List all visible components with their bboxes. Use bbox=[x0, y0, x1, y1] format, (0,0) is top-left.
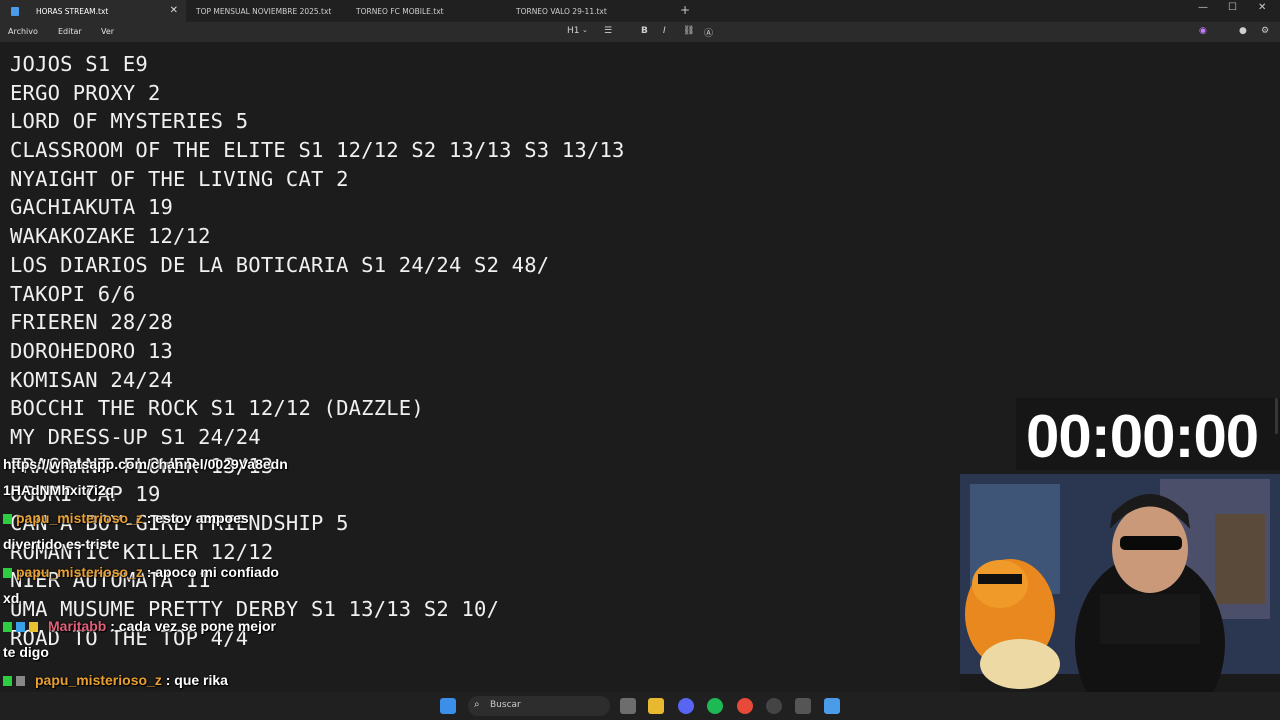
start-windows-icon[interactable] bbox=[440, 698, 456, 714]
text-line: BOCCHI THE ROCK S1 12/12 (DAZZLE) bbox=[10, 396, 424, 420]
copilot-icon[interactable]: ◉ bbox=[1199, 26, 1207, 36]
text-line: DOROHEDORO 13 bbox=[10, 339, 174, 363]
chat-message: papu_misterioso_z : estoy ampoes bbox=[3, 510, 249, 526]
close-icon[interactable]: ✕ bbox=[170, 5, 178, 16]
tab-horas-stream[interactable]: HORAS STREAM.txt ✕ bbox=[0, 0, 186, 22]
file-explorer-icon[interactable] bbox=[648, 698, 664, 714]
minimize-icon[interactable]: — bbox=[1198, 2, 1208, 13]
discord-icon[interactable] bbox=[678, 698, 694, 714]
webcam-image bbox=[960, 474, 1280, 720]
chat-line: te digo bbox=[3, 644, 49, 660]
text-line: TAKOPI 6/6 bbox=[10, 282, 136, 306]
tab-top-mensual[interactable]: TOP MENSUAL NOVIEMBRE 2025.txt bbox=[196, 0, 346, 22]
clear-format-icon[interactable]: Ⓐ bbox=[704, 26, 713, 39]
list-icon[interactable]: ☰ bbox=[604, 26, 612, 36]
chat-text: : cada vez se pone mejor bbox=[106, 618, 276, 634]
bold-button[interactable]: B bbox=[641, 26, 648, 36]
new-tab-icon[interactable]: + bbox=[680, 3, 690, 17]
notepad-taskbar-icon[interactable] bbox=[824, 698, 840, 714]
badge-icon bbox=[16, 622, 25, 633]
badge-icon bbox=[29, 622, 38, 633]
taskbar-search[interactable]: ⌕ Buscar bbox=[468, 696, 610, 716]
chat-line: divertido es triste bbox=[3, 536, 120, 552]
chat-username: Maritabb bbox=[48, 618, 107, 634]
text-line: FRIEREN 28/28 bbox=[10, 310, 174, 334]
text-line: JOJOS S1 E9 bbox=[10, 52, 148, 76]
badge-icon bbox=[3, 514, 12, 525]
search-placeholder: Buscar bbox=[490, 700, 521, 710]
chat-text: : apoco mi confiado bbox=[142, 564, 279, 580]
text-line: CLASSROOM OF THE ELITE S1 12/12 S2 13/13… bbox=[10, 138, 625, 162]
text-line: ERGO PROXY 2 bbox=[10, 81, 161, 105]
webcam-feed bbox=[960, 474, 1280, 720]
text-line: MY DRESS-UP S1 24/24 bbox=[10, 425, 261, 449]
maximize-icon[interactable]: ☐ bbox=[1228, 2, 1237, 13]
badge-icon bbox=[3, 676, 12, 687]
chrome-icon[interactable] bbox=[737, 698, 753, 714]
tab-torneo-fc-mobile[interactable]: TORNEO FC MOBILE.txt bbox=[356, 0, 506, 22]
tab-label: TORNEO FC MOBILE.txt bbox=[356, 6, 444, 16]
badge-icon bbox=[3, 622, 12, 633]
chat-line: xd bbox=[3, 590, 20, 606]
text-line: NYAIGHT OF THE LIVING CAT 2 bbox=[10, 167, 349, 191]
task-view-icon[interactable] bbox=[620, 698, 636, 714]
menu-archivo[interactable]: Archivo bbox=[8, 27, 38, 36]
notepad-icon bbox=[11, 6, 19, 16]
chat-text: : estoy ampoes bbox=[142, 510, 249, 526]
stream-timer: 00:00:00 bbox=[1026, 403, 1259, 470]
tab-label: TOP MENSUAL NOVIEMBRE 2025.txt bbox=[196, 6, 332, 16]
link-icon[interactable]: ⛓ bbox=[683, 26, 694, 36]
chat-line: https://whatsapp.com/channel/0029Va8edn bbox=[3, 456, 288, 472]
spotify-icon[interactable] bbox=[707, 698, 723, 714]
chevron-down-icon: ⌄ bbox=[582, 26, 588, 34]
chat-username: papu_misterioso_z bbox=[16, 510, 143, 526]
menu-ver[interactable]: Ver bbox=[101, 27, 114, 36]
chat-username: papu_misterioso_z bbox=[16, 564, 143, 580]
tab-label: TORNEO VALO 29-11.txt bbox=[516, 6, 607, 16]
chat-message: papu_misterioso_z : que rika bbox=[3, 672, 228, 688]
text-line: LORD OF MYSTERIES 5 bbox=[10, 109, 249, 133]
text-line: KOMISAN 24/24 bbox=[10, 368, 174, 392]
window-close-icon[interactable]: ✕ bbox=[1258, 2, 1266, 13]
search-icon: ⌕ bbox=[474, 699, 480, 710]
calculator-icon[interactable] bbox=[795, 698, 811, 714]
heading-dropdown[interactable]: H1 bbox=[567, 26, 580, 36]
menu-bar: Archivo Editar Ver H1 ⌄ ☰ B I ⛓ Ⓐ ◉ ● ⚙ bbox=[0, 22, 1280, 42]
text-line: GACHIAKUTA 19 bbox=[10, 195, 174, 219]
tab-torneo-valo[interactable]: TORNEO VALO 29-11.txt bbox=[516, 0, 666, 22]
settings-gear-icon[interactable]: ⚙ bbox=[1261, 26, 1269, 36]
chat-text: : que rika bbox=[161, 672, 228, 688]
chat-message: papu_misterioso_z : apoco mi confiado bbox=[3, 564, 279, 580]
text-line: LOS DIARIOS DE LA BOTICARIA S1 24/24 S2 … bbox=[10, 253, 550, 277]
account-icon[interactable]: ● bbox=[1239, 26, 1247, 36]
text-line: WAKAKOZAKE 12/12 bbox=[10, 224, 211, 248]
chat-line: 1HAdNMhxit7i2q bbox=[3, 482, 115, 498]
badge-icon bbox=[3, 568, 12, 579]
chat-message: Maritabb : cada vez se pone mejor bbox=[3, 618, 276, 634]
tab-bar: HORAS STREAM.txt ✕ TOP MENSUAL NOVIEMBRE… bbox=[0, 0, 1280, 22]
taskbar: ⌕ Buscar bbox=[0, 692, 1280, 720]
menu-editar[interactable]: Editar bbox=[58, 27, 82, 36]
tab-label: HORAS STREAM.txt bbox=[36, 6, 109, 16]
italic-button[interactable]: I bbox=[663, 26, 666, 36]
obs-icon[interactable] bbox=[766, 698, 782, 714]
badge-icon bbox=[16, 676, 25, 687]
chat-username: papu_misterioso_z bbox=[35, 672, 162, 688]
